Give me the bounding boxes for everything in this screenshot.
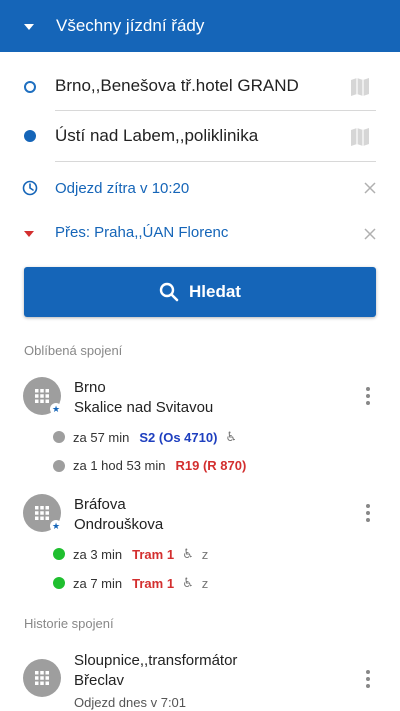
status-dot: [53, 577, 65, 589]
to-stop[interactable]: Ústí nad Labem,,poliklinika: [55, 126, 258, 146]
clear-via-icon[interactable]: [363, 227, 377, 241]
timetable-selector[interactable]: Všechny jízdní řády: [0, 0, 400, 52]
departure-time: za 7 min: [73, 575, 123, 591]
grid-icon: [35, 671, 49, 685]
search-icon: [159, 282, 179, 302]
status-dot: [53, 431, 65, 443]
divider: [55, 110, 376, 111]
connection-from: Sloupnice,,transformátor: [74, 652, 238, 669]
departure-time: za 57 min: [73, 429, 130, 445]
star-icon: ★: [50, 520, 62, 532]
status-dot: [53, 548, 65, 560]
via-arrow-icon: [24, 231, 34, 237]
connection-detail: Odjezd dnes v 7:01: [74, 695, 187, 710]
origin-circle-icon: [24, 81, 36, 93]
departure-time: za 3 min: [73, 546, 123, 562]
more-options-icon[interactable]: [364, 503, 372, 523]
favorites-header: Oblíbená spojení: [24, 343, 123, 358]
clear-departure-icon[interactable]: [363, 181, 377, 195]
star-icon: ★: [50, 403, 62, 415]
dropdown-arrow-icon: [24, 23, 34, 30]
search-button-label: Hledat: [189, 282, 241, 301]
grid-icon: [35, 506, 49, 520]
map-icon[interactable]: [348, 125, 372, 149]
departure-time[interactable]: Odjezd zítra v 10:20: [55, 180, 189, 197]
request-stop-label: z: [201, 546, 209, 562]
connection-from: Brno: [74, 379, 106, 396]
request-stop-label: z: [201, 575, 209, 591]
wheelchair-icon: ♿: [225, 429, 238, 444]
line-label: Tram 1: [132, 575, 175, 591]
from-stop[interactable]: Brno,,Benešova tř.hotel GRAND: [55, 76, 299, 96]
departure-item: za 7 min Tram 1 ♿ z: [53, 575, 208, 591]
line-label: S2 (Os 4710): [139, 429, 218, 445]
departure-time: za 1 hod 53 min: [73, 458, 166, 473]
via-stop[interactable]: Přes: Praha,,ÚAN Florenc: [55, 224, 228, 241]
departure-item: za 1 hod 53 min R19 (R 870): [53, 458, 246, 473]
connection-avatar: ★: [23, 494, 62, 532]
more-options-icon[interactable]: [364, 669, 372, 689]
history-header: Historie spojení: [24, 616, 114, 631]
status-dot: [53, 459, 65, 472]
divider: [55, 161, 376, 162]
clock-icon: [22, 180, 38, 196]
connection-from: Bráfova: [74, 496, 126, 513]
grid-icon: [35, 389, 49, 403]
departure-item: za 3 min Tram 1 ♿ z: [53, 546, 208, 562]
connection-to: Skalice nad Svitavou: [74, 399, 214, 416]
connection-avatar: ★: [23, 377, 62, 415]
line-label: Tram 1: [132, 546, 175, 562]
timetable-title: Všechny jízdní řády: [56, 16, 205, 35]
connection-avatar: [23, 659, 61, 697]
map-icon[interactable]: [348, 75, 372, 99]
line-label: R19 (R 870): [175, 458, 247, 473]
search-button[interactable]: Hledat: [24, 267, 376, 317]
departure-item: za 57 min S2 (Os 4710) ♿: [53, 429, 237, 445]
connection-to: Ondrouškova: [74, 516, 164, 533]
more-options-icon[interactable]: [364, 386, 372, 406]
destination-dot-icon: [24, 130, 36, 142]
wheelchair-icon: ♿: [182, 546, 194, 561]
connection-to: Břeclav: [74, 672, 125, 689]
wheelchair-icon: ♿: [182, 575, 194, 590]
